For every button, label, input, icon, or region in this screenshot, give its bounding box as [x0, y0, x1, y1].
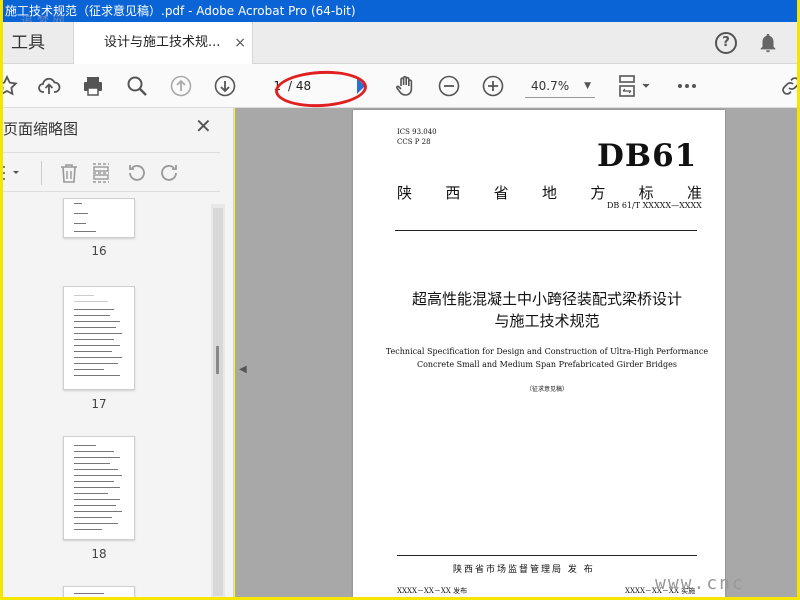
chevron-down-icon: ▼ — [584, 81, 591, 91]
thumbnail-scrollbar-thumb[interactable] — [213, 208, 223, 596]
thumbnail-label: 16 — [91, 244, 107, 258]
link-icon[interactable] — [779, 74, 800, 98]
close-panel-icon[interactable]: ✕ — [195, 114, 212, 138]
ics-code: ICS 93.040 CCS P 28 — [397, 128, 437, 146]
star-icon[interactable] — [0, 74, 19, 98]
zoom-in-icon[interactable] — [481, 74, 505, 98]
help-icon[interactable]: ? — [715, 32, 737, 54]
tab-bar: 工具 设计与施工技术规... × ? — [3, 22, 797, 64]
draft-note: （征求意见稿） — [525, 386, 568, 393]
hand-tool-icon[interactable] — [393, 74, 417, 98]
thumbnail-label: 17 — [91, 397, 107, 411]
tab-tools[interactable]: 工具 — [3, 22, 67, 64]
zoom-out-icon[interactable] — [437, 74, 461, 98]
divider — [397, 555, 697, 556]
thumbnail-options-icon[interactable] — [0, 161, 29, 185]
bell-icon[interactable] — [757, 31, 779, 55]
title-bar: 施工技术规范（征求意见稿）.pdf - Adobe Acrobat Pro (6… — [3, 0, 797, 22]
previous-page-icon[interactable] — [169, 74, 193, 98]
more-options-icon[interactable] — [675, 74, 699, 98]
page-thumbnail-16[interactable] — [63, 198, 135, 238]
page-thumbnail-19[interactable] — [63, 586, 135, 597]
pdf-page: ICS 93.040 CCS P 28 DB61 陕 西 省 地 方 标 准 D… — [353, 110, 725, 597]
standard-number: DB 61/T XXXXX—XXXX — [607, 201, 702, 210]
page-thumbnails-panel: 页面缩略图 ✕ 16 17 18 — [3, 108, 234, 597]
publish-date: XXXX－XX－XX 发布 — [397, 587, 468, 595]
standard-category: 陕 西 省 地 方 标 准 — [397, 184, 702, 202]
panel-resize-handle[interactable] — [216, 346, 219, 374]
divider — [395, 230, 697, 231]
page-thumbnail-17[interactable] — [63, 286, 135, 390]
rotate-clockwise-icon[interactable] — [157, 161, 181, 185]
acrobat-window: 施工技术规范（征求意见稿）.pdf - Adobe Acrobat Pro (6… — [0, 0, 800, 600]
main-toolbar: 1 / 48 40.7% ▼ — [0, 64, 800, 108]
thumbnails-panel-title: 页面缩略图 — [3, 120, 79, 138]
watermark-bottom: www.cnc — [655, 573, 745, 594]
thumbnail-toolbar — [3, 152, 220, 192]
document-title-chinese: 超高性能混凝土中小跨径装配式梁桥设计 与施工技术规范 — [411, 290, 682, 330]
thumbnail-label: 18 — [91, 547, 107, 561]
extract-pages-icon[interactable] — [89, 161, 113, 185]
page-thumbnail-18[interactable] — [63, 436, 135, 540]
search-icon[interactable] — [125, 74, 149, 98]
next-page-icon[interactable] — [213, 74, 237, 98]
standard-code: DB61 — [597, 138, 698, 174]
tab-document-label: 设计与施工技术规... — [104, 35, 221, 50]
document-title-english: Technical Specification for Design and C… — [385, 347, 709, 369]
zoom-level-select[interactable]: 40.7% ▼ — [525, 74, 595, 98]
print-icon[interactable] — [81, 74, 105, 98]
close-tab-icon[interactable]: × — [234, 22, 246, 64]
collapse-panel-icon[interactable]: ◀ — [239, 364, 247, 375]
page-fit-icon[interactable] — [617, 74, 653, 98]
thumbnail-list: 16 17 18 — [3, 194, 209, 597]
trash-icon[interactable] — [57, 161, 81, 185]
tab-document[interactable]: 设计与施工技术规... × — [73, 22, 253, 64]
zoom-level-value: 40.7% — [531, 79, 570, 93]
upload-cloud-icon[interactable] — [37, 74, 61, 98]
issuing-authority: 陕西省市场监督管理局 发 布 — [453, 565, 595, 575]
rotate-counterclockwise-icon[interactable] — [125, 161, 149, 185]
